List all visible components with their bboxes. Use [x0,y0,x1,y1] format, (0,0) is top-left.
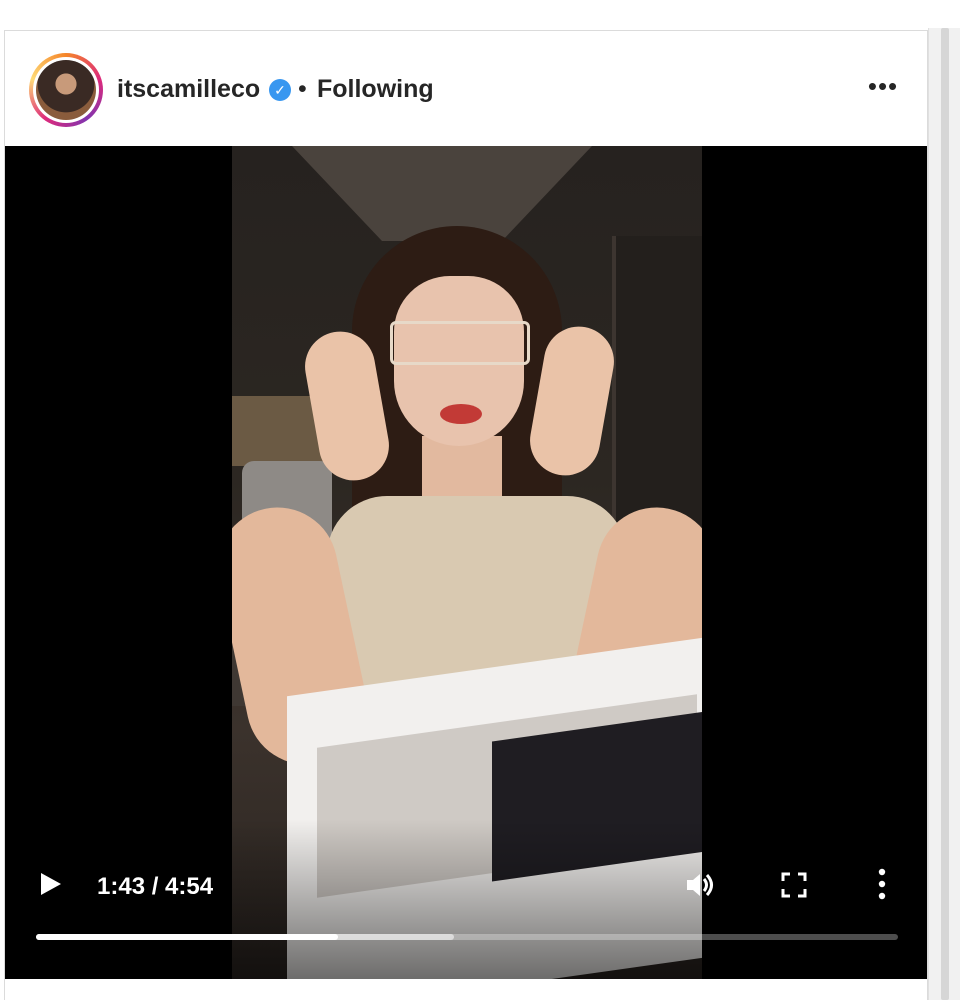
separator-dot: • [298,75,307,103]
person-glasses [390,321,530,365]
volume-icon[interactable] [685,870,719,900]
video-player[interactable]: 1:43 / 4:54 [5,146,927,979]
verified-badge-icon: ✓ [269,79,291,101]
page-scrollbar[interactable] [928,28,960,1000]
progress-played [36,934,338,940]
scrollbar-thumb[interactable] [941,28,949,1000]
post-header: itscamilleco ✓ • Following ••• [5,31,927,146]
fullscreen-icon[interactable] [781,872,807,898]
avatar-frame [33,57,99,123]
vertical-dots-menu-icon[interactable] [875,868,889,900]
progress-bar[interactable] [36,934,898,940]
person-lips [440,404,482,424]
play-icon[interactable] [41,873,61,895]
time-display: 1:43 / 4:54 [97,873,214,900]
following-button[interactable]: Following [317,75,434,104]
username-link[interactable]: itscamilleco [117,75,260,104]
more-options-icon[interactable]: ••• [865,71,901,107]
instagram-post: itscamilleco ✓ • Following ••• 1:43 / 4:… [4,30,928,1000]
avatar[interactable] [29,53,103,127]
avatar-image [36,60,96,120]
